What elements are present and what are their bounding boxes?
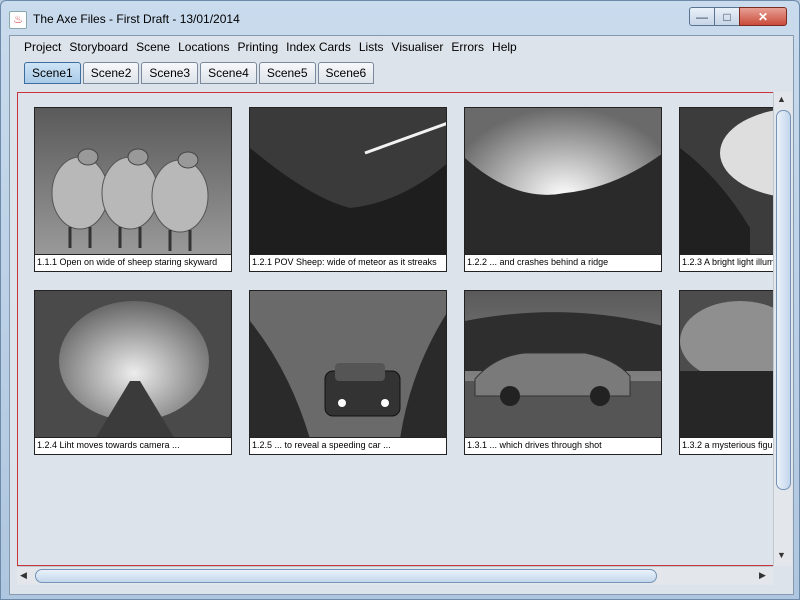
storyboard-sketch[interactable] (679, 290, 773, 438)
storyboard-sketch[interactable] (679, 107, 773, 255)
menu-help[interactable]: Help (492, 40, 517, 54)
horizontal-scrollbar[interactable]: ◀ ▶ (17, 566, 773, 585)
menu-storyboard[interactable]: Storyboard (69, 40, 128, 54)
storyboard-card[interactable]: 1.2.5 ... to reveal a speeding car ... (249, 290, 447, 455)
storyboard-caption: 1.2.1 POV Sheep: wide of meteor as it st… (249, 255, 447, 272)
storyboard-caption: 1.3.1 ... which drives through shot (464, 438, 662, 455)
minimize-button[interactable]: — (689, 7, 715, 26)
tab-scene1[interactable]: Scene1 (24, 62, 81, 84)
menu-locations[interactable]: Locations (178, 40, 229, 54)
storyboard-caption: 1.2.5 ... to reveal a speeding car ... (249, 438, 447, 455)
storyboard-caption: 1.3.2 a mysterious figure (679, 438, 773, 455)
scroll-up-icon[interactable]: ▲ (777, 94, 786, 104)
menu-lists[interactable]: Lists (359, 40, 384, 54)
menu-project[interactable]: Project (24, 40, 61, 54)
storyboard-caption: 1.2.2 ... and crashes behind a ridge (464, 255, 662, 272)
storyboard-card[interactable]: 1.2.2 ... and crashes behind a ridge (464, 107, 662, 272)
menu-printing[interactable]: Printing (237, 40, 278, 54)
tab-scene6[interactable]: Scene6 (317, 62, 375, 84)
title-bar[interactable]: ♨ The Axe Files - First Draft - 13/01/20… (1, 1, 799, 35)
storyboard-card[interactable]: 1.1.1 Open on wide of sheep staring skyw… (34, 107, 232, 272)
scene-tabs: Scene1 Scene2 Scene3 Scene4 Scene5 Scene6 (24, 62, 376, 84)
scroll-down-icon[interactable]: ▼ (777, 550, 786, 560)
storyboard-card[interactable]: 1.2.3 A bright light illuminates (679, 107, 773, 272)
storyboard-caption: 1.2.4 Liht moves towards camera ... (34, 438, 232, 455)
tab-scene4[interactable]: Scene4 (200, 62, 257, 84)
storyboard-sketch[interactable] (464, 290, 662, 438)
menu-scene[interactable]: Scene (136, 40, 170, 54)
storyboard-card[interactable]: 1.2.4 Liht moves towards camera ... (34, 290, 232, 455)
storyboard-sketch[interactable] (249, 290, 447, 438)
storyboard-sketch[interactable] (34, 290, 232, 438)
storyboard-caption: 1.1.1 Open on wide of sheep staring skyw… (34, 255, 232, 272)
menu-errors[interactable]: Errors (451, 40, 484, 54)
menu-bar: Project Storyboard Scene Locations Printing I… (10, 36, 793, 58)
vertical-scrollbar[interactable]: ▲ ▼ (773, 92, 792, 566)
app-window: ♨ The Axe Files - First Draft - 13/01/20… (0, 0, 800, 600)
menu-index-cards[interactable]: Index Cards (286, 40, 351, 54)
vertical-scroll-thumb[interactable] (776, 110, 791, 490)
storyboard-sketch[interactable] (464, 107, 662, 255)
tab-scene5[interactable]: Scene5 (258, 62, 316, 84)
window-title: The Axe Files - First Draft - 13/01/2014 (33, 12, 240, 26)
tab-scene2[interactable]: Scene2 (82, 62, 140, 84)
storyboard-sketch[interactable] (249, 107, 447, 255)
tab-scene3[interactable]: Scene3 (141, 62, 199, 84)
maximize-button[interactable]: □ (714, 7, 740, 26)
storyboard-caption: 1.2.3 A bright light illuminates (679, 255, 773, 272)
storyboard-card[interactable]: 1.3.1 ... which drives through shot (464, 290, 662, 455)
java-app-icon: ♨ (9, 11, 27, 29)
scroll-left-icon[interactable]: ◀ (20, 570, 27, 581)
scroll-right-icon[interactable]: ▶ (759, 570, 766, 581)
storyboard-card[interactable]: 1.3.2 a mysterious figure (679, 290, 773, 455)
storyboard-panel: 1.1.1 Open on wide of sheep staring skyw… (17, 92, 774, 566)
close-button[interactable]: ✕ (739, 7, 787, 26)
horizontal-scroll-thumb[interactable] (35, 569, 657, 583)
storyboard-sketch[interactable] (34, 107, 232, 255)
menu-visualiser[interactable]: Visualiser (392, 40, 444, 54)
client-area: Project Storyboard Scene Locations Printing I… (9, 35, 794, 595)
storyboard-card[interactable]: 1.2.1 POV Sheep: wide of meteor as it st… (249, 107, 447, 272)
